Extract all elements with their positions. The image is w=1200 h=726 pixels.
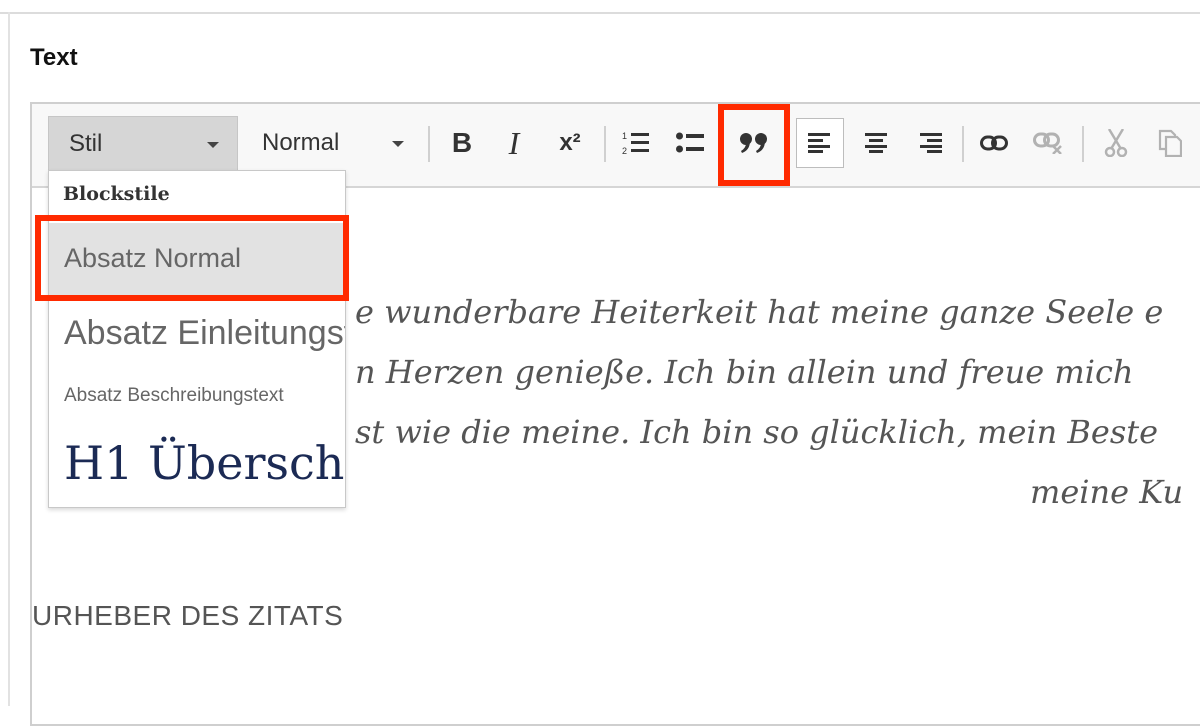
chevron-down-icon [392,141,404,147]
italic-button[interactable]: I [490,118,538,168]
toolbar-separator [962,126,964,162]
cut-button[interactable] [1092,118,1140,168]
quote-line: st wie die meine. Ich bin so glücklich, … [355,413,1159,451]
link-button[interactable] [970,118,1018,168]
style-option-absatz-einleitung[interactable]: Absatz Einleitungstext [49,303,345,363]
align-center-icon [865,133,887,153]
unlink-icon [1033,132,1062,154]
unlink-button[interactable] [1024,118,1072,168]
option-highlight-frame [35,215,349,301]
style-combo[interactable]: Stil [48,116,238,170]
dropdown-group-header: Blockstile [63,183,170,205]
blockquote-content[interactable]: e wunderbare Heiterkeit hat meine ganze … [355,282,1200,522]
numbered-list-icon: 1 2 [622,131,649,156]
left-divider [8,12,10,706]
quote-line: n Herzen genieße. Ich bin allein und fre… [355,353,1134,391]
quote-author[interactable]: URHEBER DES ZITATS [32,600,343,632]
quote-line: meine Ku [1030,473,1184,511]
quote-line: e wunderbare Heiterkeit hat meine ganze … [355,293,1164,331]
bulleted-list-button[interactable] [666,118,714,168]
blockquote-highlight-frame [718,104,790,186]
toolbar-separator [428,126,430,162]
svg-text:1: 1 [622,131,627,141]
link-icon [980,135,1008,151]
style-combo-label: Stil [69,129,103,157]
align-center-button[interactable] [852,118,900,168]
align-left-icon [808,133,830,153]
superscript-button[interactable]: x² [546,118,594,168]
cut-icon [1104,129,1128,157]
style-option-absatz-beschreibung[interactable]: Absatz Beschreibungstext [49,381,345,411]
style-option-h1[interactable]: H1 Überschrift [49,425,345,501]
bulleted-list-icon [676,132,704,153]
svg-text:2: 2 [622,146,627,156]
copy-button[interactable] [1146,118,1194,168]
copy-icon [1158,129,1182,157]
chevron-down-icon [207,142,219,148]
align-right-icon [920,133,942,153]
align-left-button[interactable] [796,118,844,168]
top-divider [0,0,1200,14]
bold-button[interactable]: B [438,118,486,168]
format-combo[interactable]: Normal [242,116,422,170]
toolbar-separator [1082,126,1084,162]
format-combo-label: Normal [262,129,340,156]
numbered-list-button[interactable]: 1 2 [612,118,660,168]
toolbar-separator [604,126,606,162]
field-label: Text [30,44,78,71]
align-right-button[interactable] [906,118,954,168]
